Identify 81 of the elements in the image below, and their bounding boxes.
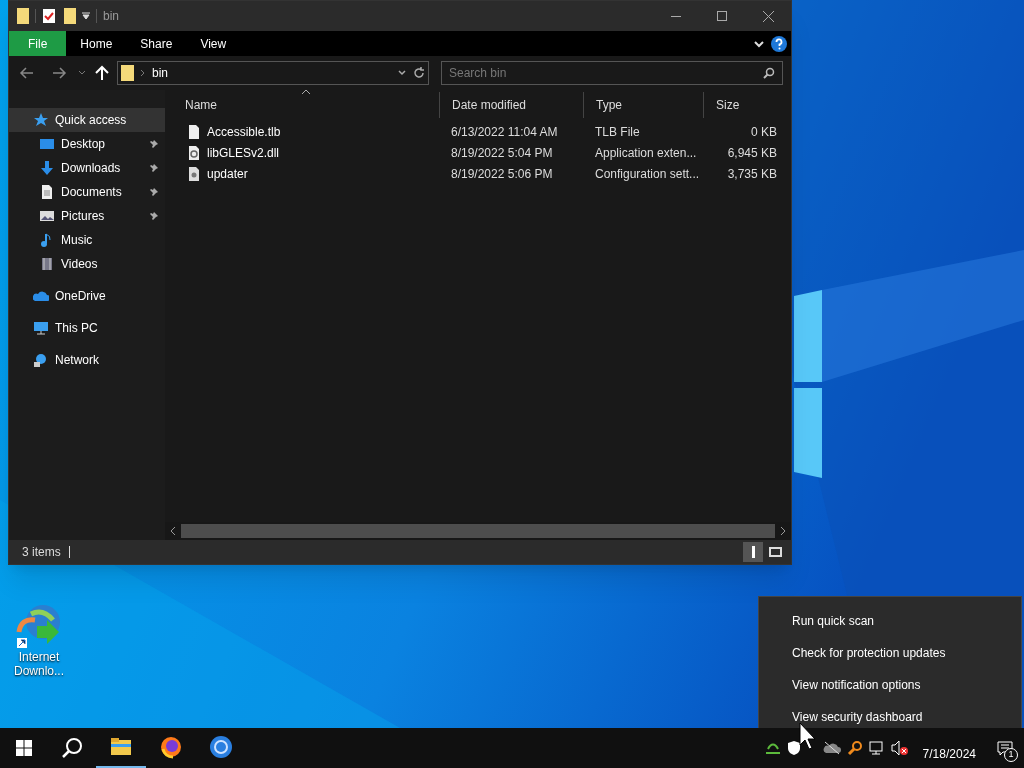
date-cell-text: 8/19/2022 5:06 PM <box>450 165 554 183</box>
sidebar-item[interactable]: Quick access <box>9 108 165 132</box>
column-header[interactable]: Size <box>703 92 783 118</box>
chevron-right-icon <box>140 69 146 77</box>
notification-button[interactable]: 1 <box>990 728 1020 768</box>
sidebar-item[interactable]: Videos <box>9 252 165 276</box>
sidebar-item[interactable]: Network <box>9 348 165 372</box>
sidebar-item[interactable]: Desktop <box>9 132 165 156</box>
size-cell-text: 3,735 KB <box>726 165 778 183</box>
file-name[interactable]: libGLESv2.dll <box>207 143 280 162</box>
monitor-icon[interactable] <box>868 740 885 756</box>
details-view-button[interactable] <box>743 542 763 562</box>
window-title: bin <box>103 8 119 25</box>
ribbon-tab[interactable]: View <box>186 31 241 56</box>
pin-icon[interactable] <box>149 139 159 149</box>
cloud-icon[interactable] <box>822 741 841 755</box>
properties-icon[interactable] <box>42 8 56 24</box>
file-name[interactable]: Accessible.tlb <box>207 122 281 141</box>
chevron-down-icon[interactable] <box>397 68 407 78</box>
dropdown-icon[interactable] <box>82 12 90 20</box>
help-icon[interactable] <box>771 35 787 52</box>
gear-file-icon <box>187 144 201 161</box>
date-cell-text: 8/19/2022 5:04 PM <box>450 144 554 162</box>
size-cell-text: 6,945 KB <box>726 144 778 162</box>
desktop-icon <box>39 136 55 152</box>
column-header[interactable]: Name <box>173 92 439 118</box>
sidebar-item[interactable]: Music <box>9 228 165 252</box>
speaker-muted-icon[interactable] <box>890 740 909 756</box>
search-icon <box>763 67 775 79</box>
pictures-icon <box>39 208 55 224</box>
notification-icon <box>997 741 1013 755</box>
clock-date[interactable]: 7/18/2024 <box>922 745 976 763</box>
type-cell-text: Application exten... <box>594 144 698 162</box>
settings-file-icon <box>187 165 201 182</box>
menu-item[interactable]: Check for protection updates <box>759 637 1021 669</box>
type-cell-text: Configuration sett... <box>594 165 701 183</box>
date-cell-text: 6/13/2022 11:04 AM <box>450 123 559 141</box>
up-arrow-icon[interactable] <box>93 64 111 82</box>
ribbon-tab[interactable]: Home <box>66 31 127 56</box>
ribbon-tab[interactable]: Share <box>126 31 187 56</box>
star-icon <box>33 112 49 128</box>
sidebar-item[interactable]: Downloads <box>9 156 165 180</box>
refresh-icon[interactable] <box>413 67 425 79</box>
browser-icon <box>209 735 233 759</box>
address-path[interactable]: bin <box>152 64 168 82</box>
computer-icon <box>33 320 49 336</box>
scrollbar-thumb[interactable] <box>181 524 775 538</box>
close-icon <box>762 10 774 22</box>
cursor-icon <box>798 722 817 750</box>
scroll-left-icon[interactable] <box>169 526 177 536</box>
file-name[interactable]: updater <box>207 164 248 183</box>
film-icon <box>39 256 55 272</box>
download-icon <box>39 160 55 176</box>
menu-item[interactable]: Run quick scan <box>759 605 1021 637</box>
pin-icon[interactable] <box>149 211 159 221</box>
fox-globe-icon <box>159 735 183 759</box>
search-icon <box>61 737 83 759</box>
sidebar-item[interactable]: OneDrive <box>9 284 165 308</box>
sidebar-item[interactable]: Documents <box>9 180 165 204</box>
folder-icon <box>121 65 134 81</box>
item-count: 3 items <box>22 544 61 561</box>
size-cell-text: 0 KB <box>750 123 778 141</box>
address-bar[interactable]: bin <box>117 61 429 85</box>
magnifier-icon[interactable] <box>846 740 863 756</box>
blank-file-icon <box>187 123 201 140</box>
pin-icon[interactable] <box>149 163 159 173</box>
type-cell-text: TLB File <box>594 123 641 141</box>
menu-item[interactable]: View notification options <box>759 669 1021 701</box>
file-menu-tab[interactable]: File <box>9 31 67 56</box>
network-icon[interactable] <box>764 741 781 755</box>
column-header[interactable]: Type <box>583 92 703 118</box>
pin-icon[interactable] <box>149 187 159 197</box>
globe-icon <box>33 352 49 368</box>
windows-logo-icon <box>16 740 32 756</box>
sidebar-item[interactable]: This PC <box>9 316 165 340</box>
scroll-right-icon[interactable] <box>779 526 787 536</box>
sidebar-item[interactable]: Pictures <box>9 204 165 228</box>
shield-icon[interactable] <box>786 740 801 756</box>
document-icon <box>39 184 55 200</box>
search-field[interactable]: Search bin <box>441 61 783 85</box>
column-header[interactable]: Date modified <box>439 92 583 118</box>
